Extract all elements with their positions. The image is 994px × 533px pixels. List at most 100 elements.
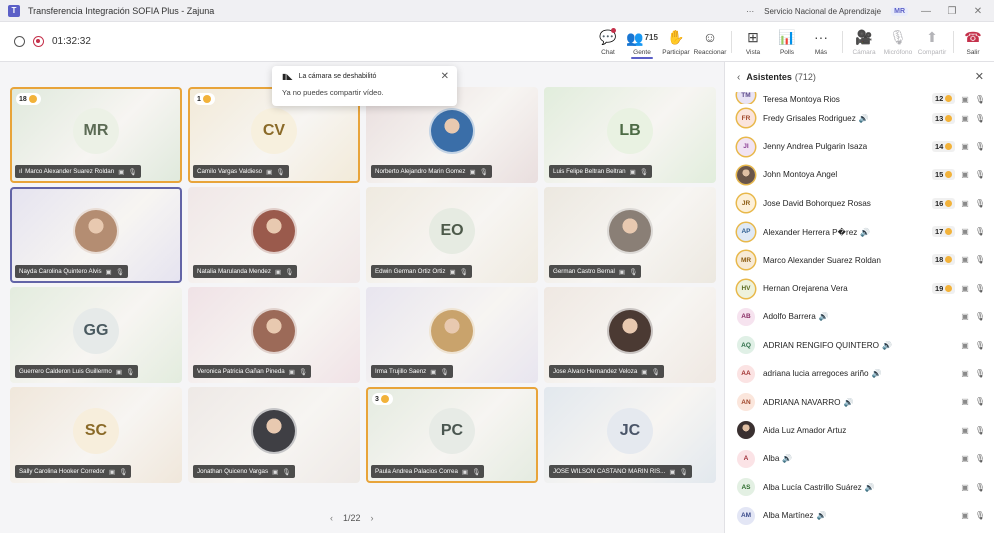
react-label: Reaccionar bbox=[693, 48, 727, 56]
speaking-icon: 🔊 bbox=[843, 397, 854, 407]
people-button[interactable]: 👥 715 Gente bbox=[626, 22, 658, 62]
camera-off-icon: ▣ bbox=[461, 468, 469, 476]
video-tile[interactable]: LB Luis Felipe Beltran Beltran ▣ 🎙 bbox=[544, 87, 716, 183]
mic-icon[interactable]: 🎙 bbox=[975, 255, 985, 264]
video-tile[interactable]: EO Edwin German Ortiz Ortiz ▣ 🎙 bbox=[366, 187, 538, 283]
mic-icon[interactable]: 🎙 bbox=[975, 511, 985, 520]
attendee-row[interactable]: AP Alexander Herrera P�rez 🔊 17 ▣ 🎙 bbox=[725, 218, 994, 246]
attendee-row[interactable]: AM Alba Martínez 🔊 ▣ 🎙 bbox=[725, 501, 994, 529]
attendee-status: ▣ 🎙 bbox=[961, 360, 985, 388]
mic-icon[interactable]: 🎙 bbox=[975, 114, 985, 123]
toast-close-icon[interactable]: ✕ bbox=[441, 71, 449, 82]
mic-icon: 🎙 bbox=[282, 468, 291, 476]
attendee-avatar: JI bbox=[737, 137, 755, 156]
react-button[interactable]: ☺ Reaccionar bbox=[693, 22, 727, 62]
panel-close-button[interactable]: ✕ bbox=[975, 70, 984, 83]
video-tile[interactable]: SC Sally Carolina Hooker Corredor ▣ 🎙 bbox=[10, 387, 182, 483]
attendee-row[interactable]: MR Marco Alexander Suarez Roldan 18 ▣ 🎙 bbox=[725, 246, 994, 274]
camera-off-icon: ▣ bbox=[115, 368, 123, 376]
attendee-row[interactable]: AS Alba Lucía Castrillo Suárez 🔊 ▣ 🎙 bbox=[725, 473, 994, 501]
share-button[interactable]: ⬆ Compartir bbox=[917, 22, 947, 62]
view-button[interactable]: ⊞ Vista bbox=[738, 22, 768, 62]
attendee-avatar: TM bbox=[737, 92, 755, 104]
more-options-icon[interactable]: ··· bbox=[746, 7, 754, 16]
attendee-name-wrap: Teresa Montoya Rios bbox=[763, 95, 840, 104]
participant-nameplate: Luis Felipe Beltran Beltran ▣ 🎙 bbox=[549, 165, 652, 178]
mic-icon[interactable]: 🎙 bbox=[975, 312, 985, 321]
mic-icon[interactable]: 🎙 bbox=[975, 369, 985, 378]
mic-icon[interactable]: 🎙 bbox=[975, 341, 985, 350]
participant-nameplate: Camilo Vargas Valdieso ▣ 🎙 bbox=[193, 165, 289, 178]
attendee-row[interactable]: Aida Luz Amador Artuz ▣ 🎙 bbox=[725, 416, 994, 444]
attendee-row[interactable]: AQ ADRIAN RENGIFO QUINTERO 🔊 ▣ 🎙 bbox=[725, 331, 994, 359]
polls-icon: 📊 bbox=[778, 28, 796, 45]
video-tile[interactable]: Veronica Patricia Gañan Pineda ▣ 🎙 bbox=[188, 287, 360, 383]
attendee-row[interactable]: JR Jose David Bohorquez Rosas 16 ▣ 🎙 bbox=[725, 189, 994, 217]
attendee-status: 14 ▣ 🎙 bbox=[931, 132, 985, 160]
video-tile[interactable]: GG Guerrero Calderon Luis Guillermo ▣ 🎙 bbox=[10, 287, 182, 383]
camera-off-icon: ▣ bbox=[469, 168, 476, 176]
attendee-avatar: MR bbox=[737, 251, 755, 270]
video-tile[interactable]: Nayda Carolina Quintero Alvis ▣ 🎙 bbox=[10, 187, 182, 283]
video-tile[interactable]: German Castro Bernal ▣ 🎙 bbox=[544, 187, 716, 283]
video-tile[interactable]: PC 3 Paula Andrea Palacios Correa ▣ 🎙 bbox=[366, 387, 538, 483]
mic-icon[interactable]: 🎙 bbox=[975, 397, 985, 406]
attendee-name-wrap: adriana lucia arregoces ariño 🔊 bbox=[763, 369, 882, 378]
chat-button[interactable]: 💬 Chat bbox=[593, 22, 623, 62]
hand-order: 18 bbox=[19, 95, 27, 103]
attendee-row[interactable]: HV Hernan Orejarena Vera 19 ▣ 🎙 bbox=[725, 274, 994, 302]
panel-back-button[interactable]: ‹ bbox=[737, 72, 740, 83]
video-tile[interactable]: JC JOSE WILSON CASTANO MARIN RIS... ▣ 🎙 bbox=[544, 387, 716, 483]
attendee-row[interactable]: AB Adolfo Barrera 🔊 ▣ 🎙 bbox=[725, 303, 994, 331]
participant-photo bbox=[429, 308, 475, 354]
hand-order: 15 bbox=[934, 170, 944, 180]
attendee-row[interactable]: FR Fredy Grisales Rodriguez 🔊 13 ▣ 🎙 bbox=[725, 104, 994, 132]
next-page-button[interactable]: › bbox=[371, 513, 374, 523]
participant-photo bbox=[251, 408, 297, 454]
attendee-row[interactable]: AN ADRIANA NAVARRO 🔊 ▣ 🎙 bbox=[725, 388, 994, 416]
attendee-row[interactable]: JI Jenny Andrea Pulgarin Isaza 14 ▣ 🎙 bbox=[725, 132, 994, 160]
mic-icon[interactable]: 🎙 bbox=[975, 199, 985, 208]
video-tile[interactable]: Jonathan Quiceno Vargas ▣ 🎙 bbox=[188, 387, 360, 483]
mic-icon[interactable]: 🎙 bbox=[975, 95, 985, 104]
mic-icon[interactable]: 🎙 bbox=[975, 483, 985, 492]
attendee-count: (712) bbox=[794, 72, 816, 82]
attendee-name: John Montoya Angel bbox=[763, 170, 838, 180]
video-tile[interactable]: MR 18 ıl Marco Alexander Suarez Roldan ▣ 🎙 bbox=[10, 87, 182, 183]
camera-button[interactable]: 🎥 Cámara bbox=[849, 22, 879, 62]
attendee-row[interactable]: A Alba 🔊 ▣ 🎙 bbox=[725, 445, 994, 473]
mic-button[interactable]: 🎙 Micrófono bbox=[883, 22, 913, 62]
mic-icon[interactable]: 🎙 bbox=[975, 454, 985, 463]
mic-icon[interactable]: 🎙 bbox=[975, 426, 985, 435]
mic-icon[interactable]: 🎙 bbox=[975, 227, 985, 236]
attendee-row[interactable]: John Montoya Angel 15 ▣ 🎙 bbox=[725, 161, 994, 189]
close-window-icon[interactable]: ✕ bbox=[970, 6, 986, 17]
video-tile[interactable]: Jose Alvaro Hernandez Veloza ▣ 🎙 bbox=[544, 287, 716, 383]
hand-order: 19 bbox=[934, 283, 944, 293]
attendee-name: ADRIANA NAVARRO bbox=[763, 397, 841, 407]
video-tile[interactable]: Irma Trujillo Saenz ▣ 🎙 bbox=[366, 287, 538, 383]
raise-hand-button[interactable]: ✋ Participar bbox=[661, 22, 691, 62]
more-button[interactable]: ··· Más bbox=[806, 22, 836, 62]
polls-button[interactable]: 📊 Polls bbox=[772, 22, 802, 62]
mic-icon[interactable]: 🎙 bbox=[975, 170, 985, 179]
prev-page-button[interactable]: ‹ bbox=[330, 513, 333, 523]
account-badge[interactable]: MR bbox=[891, 6, 908, 16]
restore-icon[interactable]: ❐ bbox=[944, 6, 960, 17]
participant-nameplate: Sally Carolina Hooker Corredor ▣ 🎙 bbox=[15, 465, 132, 478]
minimize-icon[interactable]: — bbox=[918, 6, 934, 17]
attendee-avatar: AM bbox=[737, 506, 755, 525]
camera-off-icon: ▣ bbox=[961, 283, 969, 293]
mic-icon[interactable]: 🎙 bbox=[975, 142, 985, 151]
camera-off-icon: 🎥 bbox=[855, 28, 873, 45]
attendee-row[interactable]: TM Teresa Montoya Rios 12 ▣ 🎙 bbox=[725, 92, 994, 104]
meeting-info-icon[interactable] bbox=[14, 36, 25, 47]
attendee-row[interactable]: AA adriana lucia arregoces ariño 🔊 ▣ 🎙 bbox=[725, 360, 994, 388]
attendee-name: Jenny Andrea Pulgarin Isaza bbox=[763, 142, 868, 152]
participant-initials: JC bbox=[607, 408, 653, 454]
video-tile[interactable]: Natalia Marulanda Mendez ▣ 🎙 bbox=[188, 187, 360, 283]
camera-off-icon: ▣ bbox=[618, 268, 626, 276]
participant-name: Camilo Vargas Valdieso bbox=[197, 168, 263, 175]
leave-button[interactable]: ☎ Salir bbox=[960, 22, 986, 62]
mic-icon[interactable]: 🎙 bbox=[975, 284, 985, 293]
